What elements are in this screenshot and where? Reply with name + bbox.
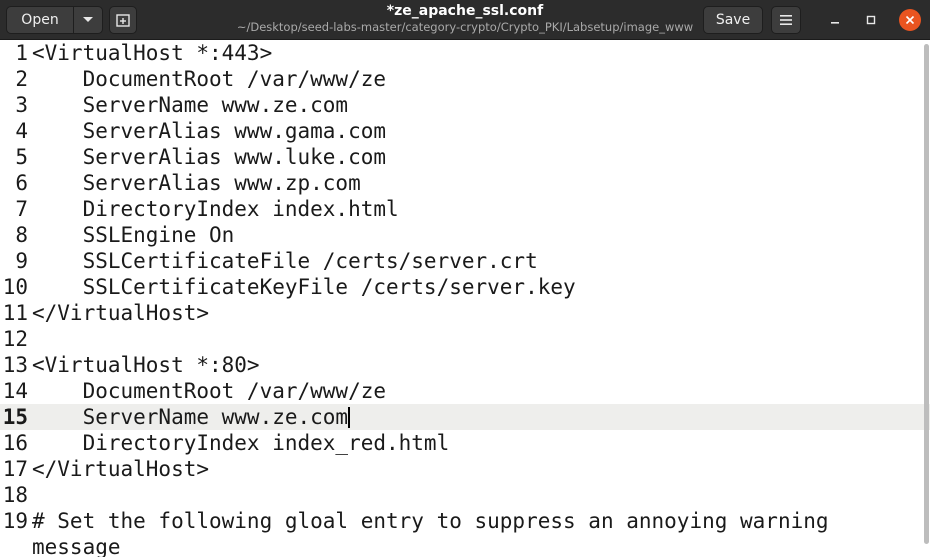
line-text: # Set the following gloal entry to suppr… bbox=[32, 509, 829, 533]
line-text: SSLCertificateFile /certs/server.crt bbox=[32, 249, 538, 273]
chevron-down-icon bbox=[83, 17, 93, 22]
save-button[interactable]: Save bbox=[703, 6, 763, 34]
text-cursor bbox=[348, 407, 350, 428]
main-menu-button[interactable] bbox=[771, 6, 801, 34]
editor-line[interactable]: 5 ServerAlias www.luke.com bbox=[0, 144, 930, 170]
line-text: SSLEngine On bbox=[32, 223, 235, 247]
line-text: </VirtualHost> bbox=[32, 301, 210, 325]
editor-line[interactable]: message bbox=[0, 534, 930, 557]
line-number: 8 bbox=[15, 223, 28, 247]
editor-line[interactable]: 19 # Set the following gloal entry to sup… bbox=[0, 508, 930, 534]
editor-line[interactable]: 3 ServerName www.ze.com bbox=[0, 92, 930, 118]
line-text: ServerAlias www.luke.com bbox=[32, 145, 387, 169]
editor-line[interactable]: 15 ServerName www.ze.com bbox=[0, 404, 930, 430]
new-tab-button[interactable] bbox=[109, 6, 137, 34]
header-bar: Open *ze_apache_ssl.conf ~/Desktop/seed-… bbox=[0, 0, 930, 40]
editor-line[interactable]: 1 <VirtualHost *:443> bbox=[0, 40, 930, 66]
line-text: <VirtualHost *:80> bbox=[32, 353, 260, 377]
line-text: DirectoryIndex index_red.html bbox=[32, 431, 450, 455]
editor-line[interactable]: 7 DirectoryIndex index.html bbox=[0, 196, 930, 222]
line-text: DocumentRoot /var/www/ze bbox=[32, 67, 387, 91]
window-title: *ze_apache_ssl.conf bbox=[386, 3, 544, 19]
line-number: 2 bbox=[15, 67, 28, 91]
vertical-scrollbar[interactable] bbox=[924, 44, 929, 544]
line-number: 5 bbox=[15, 145, 28, 169]
editor-line[interactable]: 13 <VirtualHost *:80> bbox=[0, 352, 930, 378]
line-number: 11 bbox=[2, 301, 28, 325]
minimize-button[interactable] bbox=[823, 8, 847, 32]
open-menu-button[interactable] bbox=[73, 6, 103, 34]
editor-line[interactable]: 10 SSLCertificateKeyFile /certs/server.k… bbox=[0, 274, 930, 300]
line-number: 18 bbox=[2, 483, 28, 507]
line-number: 14 bbox=[2, 379, 28, 403]
editor-line[interactable]: 2 DocumentRoot /var/www/ze bbox=[0, 66, 930, 92]
text-editor[interactable]: 1 <VirtualHost *:443> 2 DocumentRoot /var/… bbox=[0, 40, 930, 557]
line-text: <VirtualHost *:443> bbox=[32, 41, 273, 65]
line-number: 12 bbox=[2, 327, 28, 351]
editor-line[interactable]: 8 SSLEngine On bbox=[0, 222, 930, 248]
line-number: 15 bbox=[2, 405, 28, 429]
editor-line[interactable]: 9 SSLCertificateFile /certs/server.crt bbox=[0, 248, 930, 274]
line-number: 9 bbox=[15, 249, 28, 273]
editor-line[interactable]: 4 ServerAlias www.gama.com bbox=[0, 118, 930, 144]
file-path: ~/Desktop/seed-labs-master/category-cryp… bbox=[236, 20, 694, 34]
close-icon bbox=[905, 15, 915, 25]
open-button[interactable]: Open bbox=[6, 6, 74, 34]
minimize-icon bbox=[831, 22, 839, 24]
line-text: </VirtualHost> bbox=[32, 457, 210, 481]
line-number: 10 bbox=[2, 275, 28, 299]
line-text: ServerAlias www.zp.com bbox=[32, 171, 361, 195]
line-number: 17 bbox=[2, 457, 28, 481]
line-number: 16 bbox=[2, 431, 28, 455]
line-number: 6 bbox=[15, 171, 28, 195]
editor-line[interactable]: 16 DirectoryIndex index_red.html bbox=[0, 430, 930, 456]
editor-line[interactable]: 18 bbox=[0, 482, 930, 508]
hamburger-menu-icon bbox=[780, 15, 792, 25]
line-number: 13 bbox=[2, 353, 28, 377]
line-text: ServerName www.ze.com bbox=[32, 405, 349, 429]
line-number: 1 bbox=[15, 41, 28, 65]
line-number: 3 bbox=[15, 93, 28, 117]
save-button-label: Save bbox=[715, 12, 751, 28]
editor-line[interactable]: 14 DocumentRoot /var/www/ze bbox=[0, 378, 930, 404]
line-number: 4 bbox=[15, 119, 28, 143]
line-number: 19 bbox=[2, 509, 28, 533]
line-text: SSLCertificateKeyFile /certs/server.key bbox=[32, 275, 576, 299]
open-button-label: Open bbox=[21, 12, 59, 28]
line-text: DirectoryIndex index.html bbox=[32, 197, 399, 221]
editor-line[interactable]: 6 ServerAlias www.zp.com bbox=[0, 170, 930, 196]
editor-line[interactable]: 17 </VirtualHost> bbox=[0, 456, 930, 482]
line-number: 7 bbox=[15, 197, 28, 221]
line-text: DocumentRoot /var/www/ze bbox=[32, 379, 387, 403]
editor-line[interactable]: 12 bbox=[0, 326, 930, 352]
line-text: message bbox=[32, 535, 121, 557]
line-text: ServerName www.ze.com bbox=[32, 93, 349, 117]
maximize-button[interactable] bbox=[859, 8, 883, 32]
maximize-icon bbox=[866, 15, 876, 25]
editor-line[interactable]: 11 </VirtualHost> bbox=[0, 300, 930, 326]
close-button[interactable] bbox=[899, 9, 921, 31]
new-tab-icon bbox=[116, 14, 130, 27]
line-text: ServerAlias www.gama.com bbox=[32, 119, 387, 143]
